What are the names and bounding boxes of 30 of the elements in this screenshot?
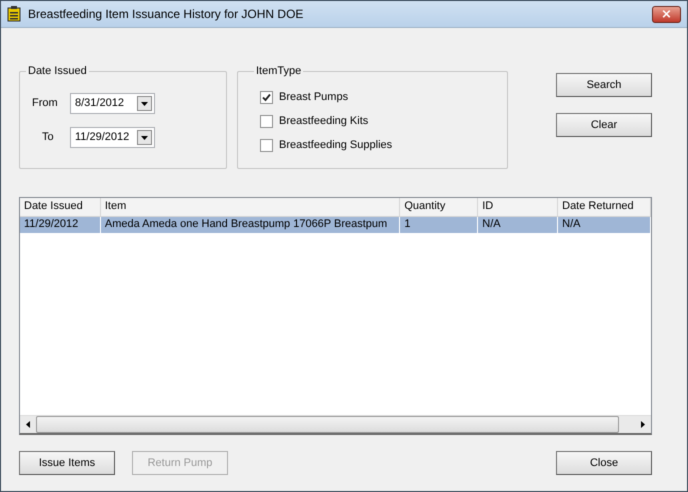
group-title: ItemType xyxy=(255,65,302,77)
date-picker[interactable]: 11/29/2012 xyxy=(70,126,155,148)
to-label: To xyxy=(41,131,55,143)
date-picker[interactable]: 8/31/2012 xyxy=(70,92,155,114)
checkbox[interactable] xyxy=(260,90,273,104)
horizontal-scrollbar[interactable] xyxy=(20,415,651,433)
table-row[interactable]: 11/29/2012 Ameda Ameda one Hand Breastpump 17066P Breastpum 1 N/A N/A xyxy=(20,217,651,233)
column-header[interactable]: Date Returned xyxy=(558,198,651,216)
column-header[interactable]: Quantity xyxy=(400,198,478,216)
group-title: Date Issued xyxy=(27,65,88,77)
column-header[interactable]: Date Issued xyxy=(20,198,101,216)
action-button[interactable]: Issue Items xyxy=(19,451,115,475)
from-label: From xyxy=(32,97,59,109)
column-header[interactable]: Item xyxy=(100,198,400,216)
checkbox-label: Breast Pumps xyxy=(279,91,348,103)
action-button[interactable]: Search xyxy=(556,73,652,97)
checkbox[interactable] xyxy=(260,114,273,128)
table-cell: N/A xyxy=(478,217,558,233)
column-header[interactable]: ID xyxy=(478,198,558,216)
table-cell: 11/29/2012 xyxy=(20,217,101,233)
action-button[interactable]: Clear xyxy=(556,113,652,137)
window-title: Breastfeeding Item Issuance History for JOHN DOE xyxy=(28,7,304,21)
close-button[interactable]: Close xyxy=(556,451,652,475)
table-cell: N/A xyxy=(558,217,651,233)
checkbox-label: Breastfeeding Kits xyxy=(279,115,368,127)
table-cell: 1 xyxy=(400,217,478,233)
app-icon xyxy=(7,6,21,22)
checkbox-label: Breastfeeding Supplies xyxy=(279,139,392,151)
checkbox[interactable] xyxy=(260,138,273,152)
table-cell: Ameda Ameda one Hand Breastpump 17066P Breastpum xyxy=(100,217,400,233)
